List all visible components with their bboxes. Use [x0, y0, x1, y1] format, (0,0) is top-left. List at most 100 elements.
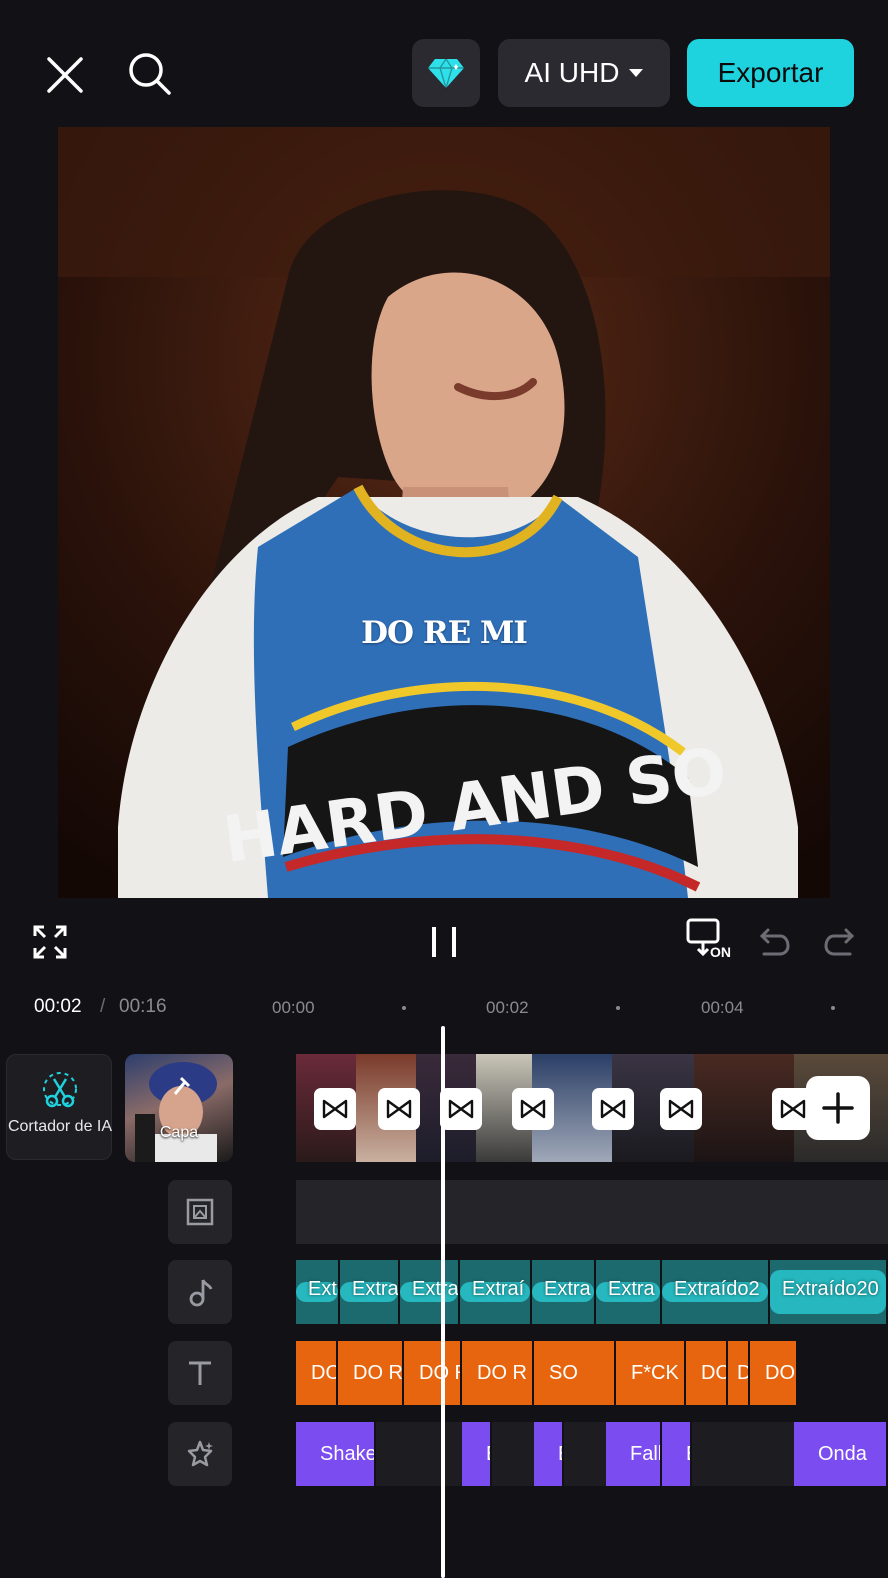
audio-clip[interactable]: Extraído2	[662, 1260, 770, 1324]
video-preview[interactable]: HARD AND SO DO RE MI	[58, 127, 830, 898]
text-clip[interactable]: SO	[534, 1341, 616, 1405]
transition-icon	[448, 1099, 474, 1119]
current-time: 00:02	[34, 996, 82, 1017]
text-clip-label: DO R	[477, 1362, 527, 1384]
text-track-button[interactable]	[168, 1341, 232, 1405]
pause-button[interactable]	[424, 920, 464, 964]
diamond-icon	[428, 57, 464, 89]
text-clip[interactable]: DO	[296, 1341, 338, 1405]
pro-button[interactable]	[412, 39, 480, 107]
redo-button[interactable]	[820, 922, 858, 960]
overlay-caption[interactable]: DO RE MI	[58, 615, 830, 651]
chevron-down-icon	[629, 69, 644, 77]
text-clip-label: SO	[549, 1362, 578, 1384]
text-clip[interactable]: DO	[686, 1341, 728, 1405]
music-icon	[189, 1279, 213, 1307]
transition-button[interactable]	[378, 1088, 420, 1130]
text-clip[interactable]: DO R	[404, 1341, 462, 1405]
search-icon	[129, 53, 171, 95]
effect-clip-label: E	[686, 1443, 690, 1466]
text-clip[interactable]: D	[728, 1341, 750, 1405]
audio-clip[interactable]: Extra	[532, 1260, 596, 1324]
effect-clip-label: E	[486, 1443, 490, 1466]
audio-clip-label: Extra	[412, 1278, 459, 1300]
ruler-dot	[831, 1006, 835, 1010]
add-clip-button[interactable]	[806, 1076, 870, 1140]
transition-button[interactable]	[660, 1088, 702, 1130]
plus-icon	[822, 1092, 854, 1124]
audio-track-button[interactable]	[168, 1260, 232, 1324]
preview-image: HARD AND SO	[58, 127, 830, 898]
close-button[interactable]	[38, 48, 92, 102]
ai-cutter-button[interactable]: Cortador de IA	[6, 1054, 112, 1160]
video-track[interactable]	[296, 1054, 888, 1162]
audio-clip[interactable]: Ext	[296, 1260, 340, 1324]
redo-icon	[824, 928, 855, 956]
total-time: 00:16	[119, 996, 167, 1017]
audio-clip[interactable]: Extraí	[460, 1260, 532, 1324]
audio-clip[interactable]: Extraído20	[770, 1260, 888, 1324]
audio-track[interactable]: Ext Extra Extra Extraí Extra Extra Extra…	[296, 1260, 888, 1324]
ai-cutter-label: Cortador de IA	[7, 1118, 113, 1135]
undo-button[interactable]	[756, 922, 794, 960]
audio-clip-label: Extra	[608, 1278, 655, 1300]
effect-clip-label: Fall	[630, 1443, 662, 1465]
cover-thumbnail	[135, 1062, 217, 1162]
text-clip-label: DO	[765, 1362, 795, 1384]
audio-clip-label: Extra	[544, 1278, 591, 1300]
quality-dropdown[interactable]: AI UHD	[498, 39, 670, 107]
text-clip-label: DO R	[353, 1362, 403, 1384]
text-clip-label: D	[737, 1362, 748, 1385]
effect-clip[interactable]: Fall	[606, 1422, 662, 1486]
export-label: Exportar	[717, 57, 824, 88]
text-clip[interactable]: F*CK	[616, 1341, 686, 1405]
text-clip[interactable]: DO R	[338, 1341, 404, 1405]
effect-clip[interactable]: E	[662, 1422, 692, 1486]
audio-clip[interactable]: Extra	[340, 1260, 400, 1324]
transition-icon	[780, 1099, 806, 1119]
effect-clip[interactable]: Shake	[296, 1422, 376, 1486]
text-track[interactable]: DO DO R DO R DO R SO F*CK DO D DO	[296, 1341, 888, 1405]
time-separator: /	[100, 996, 106, 1017]
effects-track-button[interactable]	[168, 1422, 232, 1486]
ruler-dot	[402, 1006, 406, 1010]
text-clip[interactable]: DO R	[462, 1341, 534, 1405]
cover-button[interactable]: Capa	[125, 1054, 233, 1162]
transition-button[interactable]	[512, 1088, 554, 1130]
preview-mode-toggle[interactable]: ON	[686, 918, 738, 966]
text-clip[interactable]: DO	[750, 1341, 798, 1405]
ruler-tick: 00:04	[701, 998, 744, 1017]
transition-icon	[668, 1099, 694, 1119]
overlay-track-button[interactable]	[168, 1180, 232, 1244]
quality-label: AI UHD	[524, 57, 620, 88]
cover-label: Capa	[159, 1124, 199, 1141]
effect-clip[interactable]: E	[534, 1422, 564, 1486]
transition-button[interactable]	[592, 1088, 634, 1130]
effect-clip[interactable]: Onda	[794, 1422, 888, 1486]
effects-track[interactable]: Shake E E Fall E Onda	[296, 1422, 888, 1486]
audio-clip-label: Extra	[352, 1278, 399, 1300]
fullscreen-button[interactable]	[30, 922, 70, 962]
export-button[interactable]: Exportar	[687, 39, 854, 107]
undo-icon	[759, 928, 790, 956]
transition-button[interactable]	[314, 1088, 356, 1130]
audio-clip-label: Ext	[308, 1278, 337, 1300]
transition-button[interactable]	[440, 1088, 482, 1130]
overlay-track[interactable]	[296, 1180, 888, 1244]
search-button[interactable]	[122, 46, 178, 102]
ai-scissors-icon	[43, 1072, 77, 1108]
text-clip-label: F*CK	[631, 1362, 679, 1384]
effect-clip-label: E	[558, 1443, 562, 1466]
transition-icon	[322, 1099, 348, 1119]
playhead[interactable]	[441, 1026, 445, 1578]
effect-clip-label: Shake	[320, 1443, 376, 1465]
text-clip-label: DO	[701, 1362, 728, 1384]
audio-clip-label: Extraído20	[782, 1278, 879, 1300]
pip-on-badge: ON	[710, 944, 731, 960]
audio-clip-label: Extraído2	[674, 1278, 760, 1300]
audio-clip[interactable]: Extra	[400, 1260, 460, 1324]
effect-clip[interactable]: E	[462, 1422, 492, 1486]
overlay-icon	[186, 1198, 214, 1226]
ruler-dot	[616, 1006, 620, 1010]
audio-clip[interactable]: Extra	[596, 1260, 662, 1324]
